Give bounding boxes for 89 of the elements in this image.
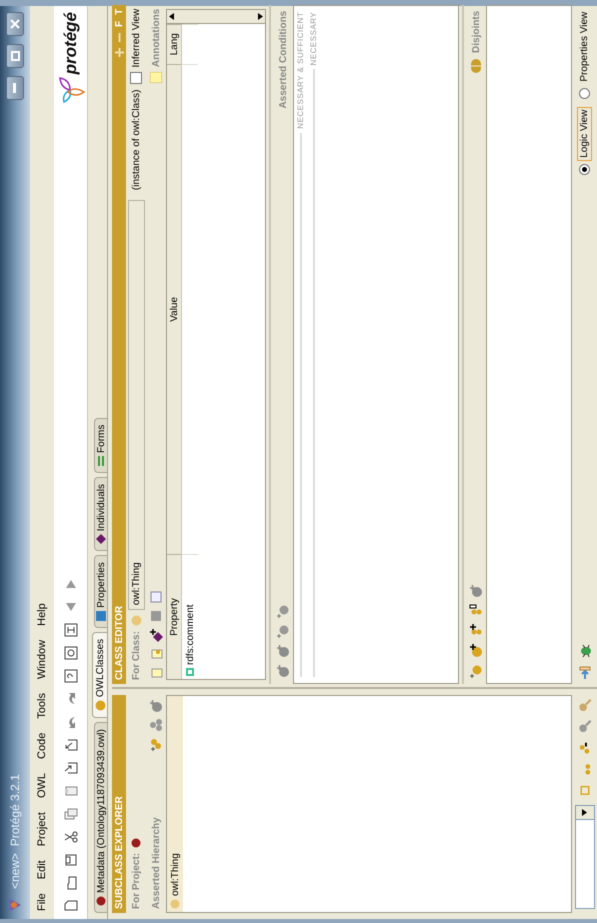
dot-icon bbox=[96, 896, 106, 906]
add-class-icon[interactable] bbox=[469, 644, 483, 658]
tab[interactable]: Metadata (Ontology1187093439.owl) bbox=[94, 722, 107, 913]
annotations-label: Annotations bbox=[150, 8, 162, 68]
disjoint-icon bbox=[471, 58, 481, 73]
add-named-icon[interactable] bbox=[276, 624, 290, 638]
search-icon[interactable] bbox=[578, 720, 592, 734]
radio-button[interactable] bbox=[579, 164, 590, 175]
add-note-icon[interactable] bbox=[149, 666, 163, 680]
diamond-icon bbox=[96, 534, 106, 544]
radio-button[interactable] bbox=[579, 88, 590, 99]
scroll-up-icon[interactable] bbox=[169, 12, 174, 20]
copy-icon[interactable] bbox=[64, 807, 78, 821]
menu-item[interactable]: Project bbox=[36, 812, 48, 846]
minimize-icon bbox=[13, 83, 17, 93]
column-header[interactable]: Value bbox=[167, 64, 181, 554]
panel-title: CLASS EDITOR bbox=[114, 606, 124, 680]
bars-icon bbox=[97, 456, 105, 466]
close-button[interactable] bbox=[6, 12, 24, 36]
dots-arrow-icon[interactable] bbox=[578, 741, 592, 755]
project-dot-icon bbox=[131, 838, 141, 848]
refresh-box-icon[interactable] bbox=[64, 646, 78, 660]
delete-icon[interactable] bbox=[149, 609, 163, 623]
class-icon bbox=[130, 615, 142, 626]
caret-icon bbox=[582, 809, 587, 816]
search-dropdown[interactable] bbox=[574, 805, 594, 909]
panel-title: SUBCLASS EXPLORER bbox=[114, 796, 124, 909]
create-subclass-icon[interactable] bbox=[149, 737, 163, 751]
menu-item[interactable]: Code bbox=[36, 732, 48, 759]
delete-disjoint-icon[interactable] bbox=[469, 584, 483, 598]
menu-item[interactable]: Tools bbox=[36, 693, 48, 719]
help-box-icon[interactable] bbox=[64, 669, 78, 683]
app-logo-icon bbox=[7, 897, 23, 913]
menu-item[interactable]: Window bbox=[36, 640, 48, 679]
menu-item[interactable]: Help bbox=[36, 603, 48, 626]
import-icon[interactable] bbox=[64, 761, 78, 775]
window-title: <new> Protégé 3.2.1 bbox=[8, 773, 22, 889]
export-icon[interactable] bbox=[64, 738, 78, 752]
checkbox-label: Inferred View bbox=[130, 8, 142, 68]
tab[interactable]: Individuals bbox=[94, 476, 107, 552]
add-restriction-icon[interactable] bbox=[276, 604, 290, 618]
square-icon bbox=[96, 610, 106, 621]
scrollbar[interactable] bbox=[167, 10, 265, 24]
tab[interactable]: Forms bbox=[94, 418, 107, 473]
tab[interactable]: Properties bbox=[94, 555, 107, 628]
maximize-icon bbox=[10, 51, 20, 61]
property-icon bbox=[186, 668, 194, 676]
scroll-down-icon[interactable] bbox=[258, 12, 263, 20]
tree-item[interactable]: owl:Thing bbox=[167, 696, 183, 912]
class-icon bbox=[170, 899, 180, 909]
note-icon bbox=[150, 72, 162, 84]
delete-condition-icon[interactable] bbox=[276, 664, 290, 678]
condition-group-label: NECESSARY bbox=[309, 12, 318, 66]
radio-option[interactable]: Properties View bbox=[577, 8, 592, 99]
delete-class-icon[interactable] bbox=[149, 699, 163, 713]
class-name-field[interactable]: owl:Thing bbox=[128, 200, 144, 610]
instance-of-text: (instance of owl:Class) bbox=[130, 90, 142, 190]
close-icon bbox=[10, 19, 20, 29]
section-title: Disjoints bbox=[470, 10, 482, 53]
create-sibling-icon[interactable] bbox=[149, 718, 163, 732]
paste-icon[interactable] bbox=[64, 784, 78, 798]
section-title: Asserted Conditions bbox=[278, 10, 288, 109]
hierarchy-label: Asserted Hierarchy bbox=[150, 817, 162, 909]
exit-arrow-icon[interactable] bbox=[578, 666, 592, 680]
logo-text: protégé bbox=[60, 12, 80, 74]
add-property-icon[interactable] bbox=[149, 628, 163, 642]
column-header[interactable]: Property bbox=[167, 554, 181, 679]
checkbox[interactable] bbox=[130, 72, 142, 84]
column-header[interactable]: Lang bbox=[167, 24, 181, 64]
table-cell: rdfs:comment bbox=[182, 554, 198, 679]
menu-item[interactable]: File bbox=[36, 893, 48, 911]
add-class-icon[interactable] bbox=[469, 664, 483, 678]
table-icon[interactable] bbox=[149, 590, 163, 604]
class-label: For Class: bbox=[130, 631, 142, 680]
edit-note-icon[interactable] bbox=[149, 647, 163, 661]
text-box-icon[interactable] bbox=[64, 623, 78, 637]
minimize-button[interactable] bbox=[6, 76, 24, 100]
new-document-icon[interactable] bbox=[64, 899, 78, 913]
save-icon[interactable] bbox=[64, 853, 78, 867]
circle-icon bbox=[94, 700, 106, 712]
cut-icon[interactable] bbox=[64, 830, 78, 844]
tab[interactable]: OWLClasses bbox=[92, 632, 107, 718]
maximize-button[interactable] bbox=[6, 44, 24, 68]
radio-dot-icon bbox=[582, 166, 587, 172]
condition-group-label: NECESSARY & SUFFICIENT bbox=[296, 12, 305, 129]
add-condition-icon[interactable] bbox=[276, 644, 290, 658]
menu-item[interactable]: OWL bbox=[36, 772, 48, 798]
menu-item[interactable]: Edit bbox=[36, 860, 48, 880]
project-label: For Project: bbox=[130, 852, 142, 909]
